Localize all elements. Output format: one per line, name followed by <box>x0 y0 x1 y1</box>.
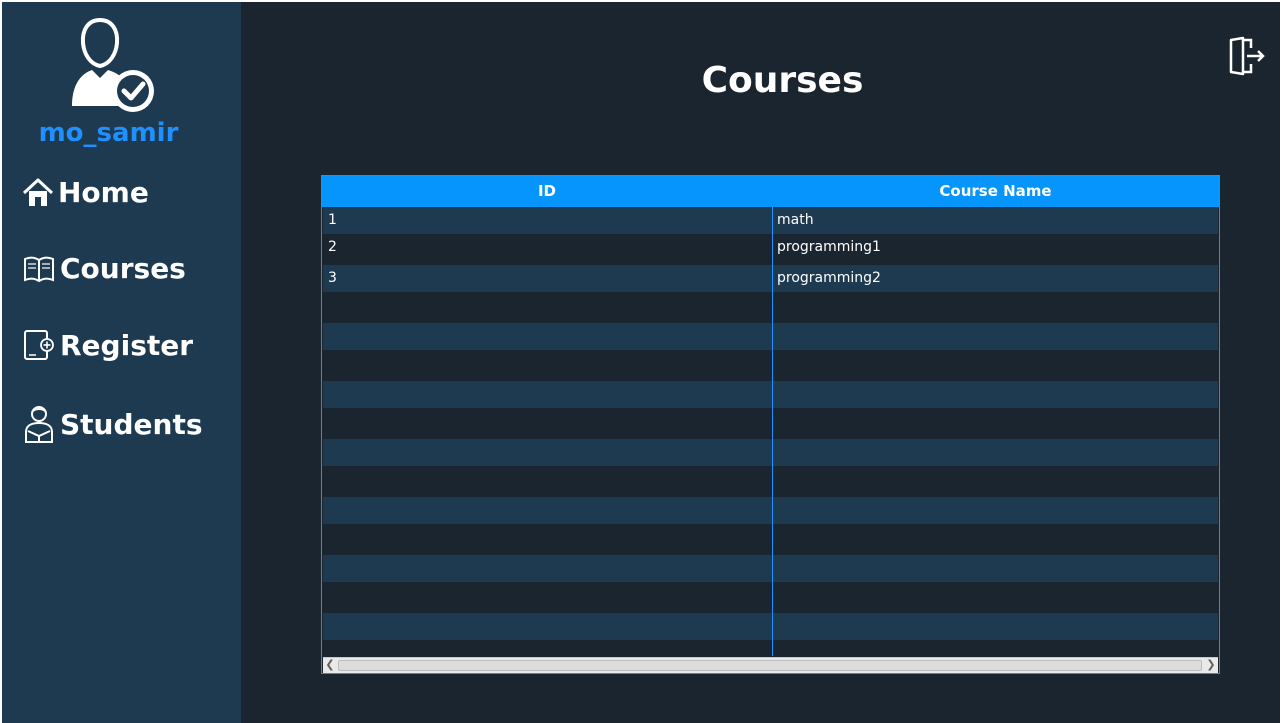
courses-table[interactable]: ID Course Name 1 math 2 programming1 3 progra… <box>321 175 1220 674</box>
page-title: Courses <box>701 60 864 101</box>
table-row[interactable]: 2 programming1 <box>323 234 1218 261</box>
cell-id[interactable] <box>323 468 772 495</box>
table-row[interactable] <box>323 497 1218 524</box>
table-header: ID Course Name <box>322 176 1219 207</box>
cell-course-name[interactable]: programming2 <box>772 265 1218 292</box>
table-row[interactable] <box>323 468 1218 495</box>
sidebar-item-home[interactable]: Home <box>22 176 149 209</box>
cell-course-name[interactable] <box>772 584 1218 611</box>
cell-id[interactable] <box>323 294 772 321</box>
table-row[interactable] <box>323 410 1218 437</box>
column-divider <box>772 207 773 656</box>
column-header-course-name[interactable]: Course Name <box>772 176 1219 207</box>
table-row[interactable]: 1 math <box>323 207 1218 234</box>
cell-id[interactable]: 1 <box>323 207 772 234</box>
cell-id[interactable] <box>323 497 772 524</box>
cell-id[interactable] <box>323 352 772 379</box>
cell-course-name[interactable]: math <box>772 207 1218 234</box>
sidebar-item-label: Home <box>58 176 149 209</box>
scrollbar-thumb[interactable] <box>338 660 1202 671</box>
cell-course-name[interactable] <box>772 497 1218 524</box>
table-row[interactable] <box>323 439 1218 466</box>
sidebar-item-label: Students <box>60 407 203 441</box>
cell-id[interactable] <box>323 323 772 350</box>
table-row[interactable] <box>323 526 1218 553</box>
sidebar-item-courses[interactable]: Courses <box>22 252 186 285</box>
table-row[interactable] <box>323 613 1218 640</box>
cell-course-name[interactable] <box>772 410 1218 437</box>
username: mo_samir <box>38 118 179 148</box>
sidebar-item-students[interactable]: Students <box>22 404 203 444</box>
cell-course-name[interactable] <box>772 613 1218 640</box>
table-row[interactable] <box>323 381 1218 408</box>
book-icon <box>24 256 54 282</box>
scroll-left-icon[interactable]: ❮ <box>323 658 337 673</box>
student-icon <box>25 406 53 443</box>
cell-course-name[interactable] <box>772 323 1218 350</box>
cell-id[interactable] <box>323 555 772 582</box>
column-header-id[interactable]: ID <box>322 176 772 207</box>
table-body: 1 math 2 programming1 3 programming2 <box>322 207 1219 655</box>
cell-id[interactable] <box>323 439 772 466</box>
cell-id[interactable] <box>323 410 772 437</box>
table-row[interactable] <box>323 323 1218 350</box>
table-row[interactable] <box>323 555 1218 582</box>
register-icon <box>24 330 54 360</box>
horizontal-scrollbar[interactable]: ❮ ❯ <box>323 657 1218 673</box>
sidebar-item-label: Courses <box>60 252 186 285</box>
cell-course-name[interactable] <box>772 439 1218 466</box>
table-row[interactable] <box>323 294 1218 321</box>
table-row[interactable] <box>323 352 1218 379</box>
table-row[interactable]: 3 programming2 <box>323 265 1218 292</box>
cell-id[interactable] <box>323 526 772 553</box>
cell-course-name[interactable] <box>772 381 1218 408</box>
cell-course-name[interactable] <box>772 468 1218 495</box>
home-icon <box>22 178 54 206</box>
cell-id[interactable] <box>323 584 772 611</box>
cell-course-name[interactable] <box>772 526 1218 553</box>
table-row[interactable] <box>323 584 1218 611</box>
sidebar-item-label: Register <box>60 328 194 362</box>
app-window: mo_samir Home Courses Register Students … <box>2 2 1280 723</box>
cell-id[interactable]: 3 <box>323 265 772 292</box>
scroll-right-icon[interactable]: ❯ <box>1204 658 1218 673</box>
sidebar: mo_samir Home Courses Register Students <box>2 2 241 723</box>
cell-course-name[interactable] <box>772 294 1218 321</box>
user-check-icon <box>72 17 154 112</box>
main-content: Courses ID Course Name 1 math 2 programming… <box>241 2 1280 723</box>
cell-course-name[interactable] <box>772 352 1218 379</box>
logout-icon[interactable] <box>1227 36 1267 76</box>
cell-course-name[interactable] <box>772 555 1218 582</box>
cell-course-name[interactable]: programming1 <box>772 234 1218 261</box>
cell-id[interactable] <box>323 613 772 640</box>
cell-id[interactable]: 2 <box>323 234 772 261</box>
sidebar-item-register[interactable]: Register <box>22 328 193 362</box>
cell-id[interactable] <box>323 381 772 408</box>
